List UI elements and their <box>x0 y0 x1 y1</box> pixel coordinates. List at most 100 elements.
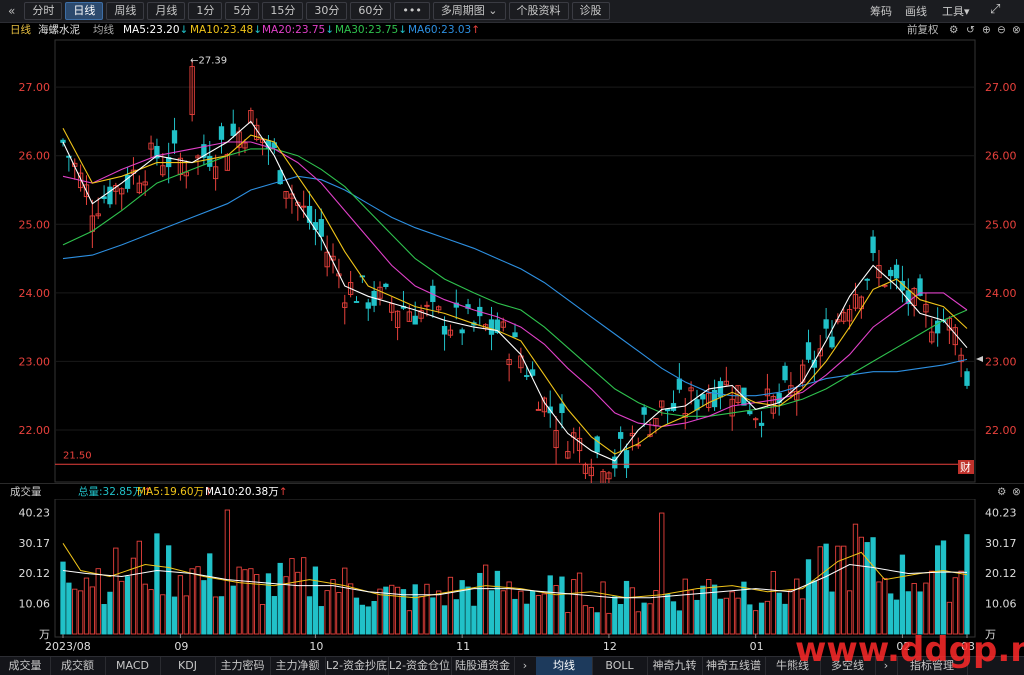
volume-bar <box>788 590 794 635</box>
tab-8[interactable]: 陆股通资金 <box>451 657 515 675</box>
volume-bar <box>289 558 295 635</box>
volume-ma10-arrow-icon: ↑ <box>278 486 288 498</box>
candle-body <box>230 123 236 136</box>
tools-menu[interactable]: 工具▾ <box>942 3 970 19</box>
avg-line-label[interactable]: 均线 <box>93 22 114 38</box>
volume-close-icon[interactable]: ⊗ <box>1012 484 1021 500</box>
volume-bar <box>782 603 788 635</box>
period-button-10[interactable]: 多周期图 ⌄ <box>432 2 506 20</box>
volume-bar <box>306 596 313 635</box>
volume-info-bar: 成交量 总量:32.85万↑ MA5:19.60万↑ MA10:20.38万↑ … <box>0 483 1024 500</box>
volume-bar <box>207 553 213 635</box>
volume-bar <box>735 597 741 635</box>
period-button-5[interactable]: 5分 <box>225 2 260 20</box>
tab-13[interactable]: 神奇五线谱 <box>702 657 766 675</box>
volume-bar <box>805 559 812 635</box>
price-tick-right: 24.00 <box>985 287 1017 300</box>
volume-bar <box>582 605 589 635</box>
tab-12[interactable]: 神奇九转 <box>647 657 703 675</box>
volume-bar <box>465 586 471 635</box>
period-button-11[interactable]: 个股资料 <box>508 2 569 20</box>
period-button-0[interactable]: 分时 <box>24 2 63 20</box>
price-chart[interactable]: 27.00 27.00 26.00 26.00 25.00 25.00 24.00 24.00… <box>0 38 1024 483</box>
tab-9[interactable]: › <box>514 657 537 675</box>
volume-bar <box>406 610 412 635</box>
price-tick-left: 24.00 <box>19 287 51 300</box>
ma30-line <box>62 148 968 417</box>
price-tick-right: 27.00 <box>985 81 1017 94</box>
remove-icon[interactable]: ⊖ <box>997 22 1006 38</box>
period-button-9[interactable]: ••• <box>394 2 430 20</box>
price-tick-right: 22.00 <box>985 424 1017 437</box>
period-button-2[interactable]: 周线 <box>106 2 145 20</box>
ma5-value: MA5:23.20↓ <box>123 22 188 38</box>
expand-icon[interactable]: ⤢ <box>990 2 1000 17</box>
period-buttons: 分时 日线 周线 月线 1分 5分 15分 30分 60分 ••• 多周期图 ⌄ 个股资料 诊股 <box>21 2 610 20</box>
undo-icon[interactable]: ↺ <box>966 22 975 38</box>
period-button-7[interactable]: 30分 <box>306 2 348 20</box>
add-icon[interactable]: ⊕ <box>982 22 991 38</box>
tab-2[interactable]: MACD <box>105 657 161 675</box>
period-button-6[interactable]: 15分 <box>262 2 304 20</box>
tab-11[interactable]: BOLL <box>592 657 648 675</box>
volume-bar <box>529 590 536 635</box>
candle-body <box>864 278 870 281</box>
close-icon[interactable]: ⊗ <box>1012 22 1021 38</box>
period-button-3[interactable]: 月线 <box>147 2 186 20</box>
volume-bar <box>723 597 729 635</box>
volume-bar <box>271 596 277 635</box>
volume-bar <box>864 542 870 635</box>
tab-7[interactable]: L2-资金仓位 <box>388 657 452 675</box>
ma60-text: MA60:23.03 <box>408 24 472 36</box>
candle-body <box>747 411 753 415</box>
candle-body <box>171 130 178 144</box>
high-price-label: ←27.39 <box>190 55 227 66</box>
ma30-value: MA30:23.75↓ <box>335 22 407 38</box>
period-button-8[interactable]: 60分 <box>350 2 392 20</box>
candle-body <box>594 436 600 453</box>
tab-6[interactable]: L2-资金抄底 <box>325 657 389 675</box>
volume-bar <box>747 604 753 635</box>
volume-bar <box>576 572 583 635</box>
back-icon[interactable]: « <box>8 4 15 18</box>
adjust-mode[interactable]: 前复权 <box>907 22 939 38</box>
stock-name: 海螺水泥 <box>38 24 80 36</box>
volume-bar <box>66 582 72 635</box>
tab-5[interactable]: 主力净额 <box>270 657 326 675</box>
tab-4[interactable]: 主力密码 <box>215 657 271 675</box>
volume-bar <box>142 583 148 635</box>
period-button-1[interactable]: 日线 <box>65 2 104 20</box>
volume-bar <box>359 604 366 635</box>
period-button-12[interactable]: 诊股 <box>571 2 610 20</box>
volume-ma5: MA5:19.60万↑ <box>137 484 213 500</box>
volume-bar <box>477 572 483 635</box>
settings-icon[interactable]: ⚙ <box>949 22 958 38</box>
period-button-4[interactable]: 1分 <box>188 2 223 20</box>
tab-3[interactable]: KDJ <box>160 657 216 675</box>
volume-bar <box>77 590 84 635</box>
period-label: 日线 <box>10 24 31 36</box>
volume-bar <box>447 576 454 635</box>
volume-bar <box>911 582 917 635</box>
tab-1[interactable]: 成交额 <box>50 657 106 675</box>
volume-tick-right: 10.06 <box>985 598 1017 611</box>
volume-bar <box>547 575 553 635</box>
volume-bar <box>353 597 360 635</box>
chips-button[interactable]: 筹码 <box>870 3 892 19</box>
volume-bar <box>852 523 859 635</box>
volume-settings-icon[interactable]: ⚙ <box>997 484 1006 500</box>
volume-bar <box>148 589 154 635</box>
volume-bar <box>647 603 653 635</box>
volume-tick-right: 20.12 <box>985 567 1017 580</box>
volume-bar <box>952 577 958 635</box>
volume-bar <box>888 593 894 635</box>
volume-bar <box>459 580 465 635</box>
candle-body <box>218 126 225 140</box>
volume-bar <box>218 596 225 635</box>
draw-line-button[interactable]: 画线 <box>905 3 927 19</box>
volume-bar <box>670 601 677 635</box>
volume-bar <box>160 594 166 635</box>
tab-0[interactable]: 成交量 <box>0 657 51 675</box>
volume-bar <box>682 578 688 635</box>
tab-10[interactable]: 均线 <box>536 657 593 675</box>
